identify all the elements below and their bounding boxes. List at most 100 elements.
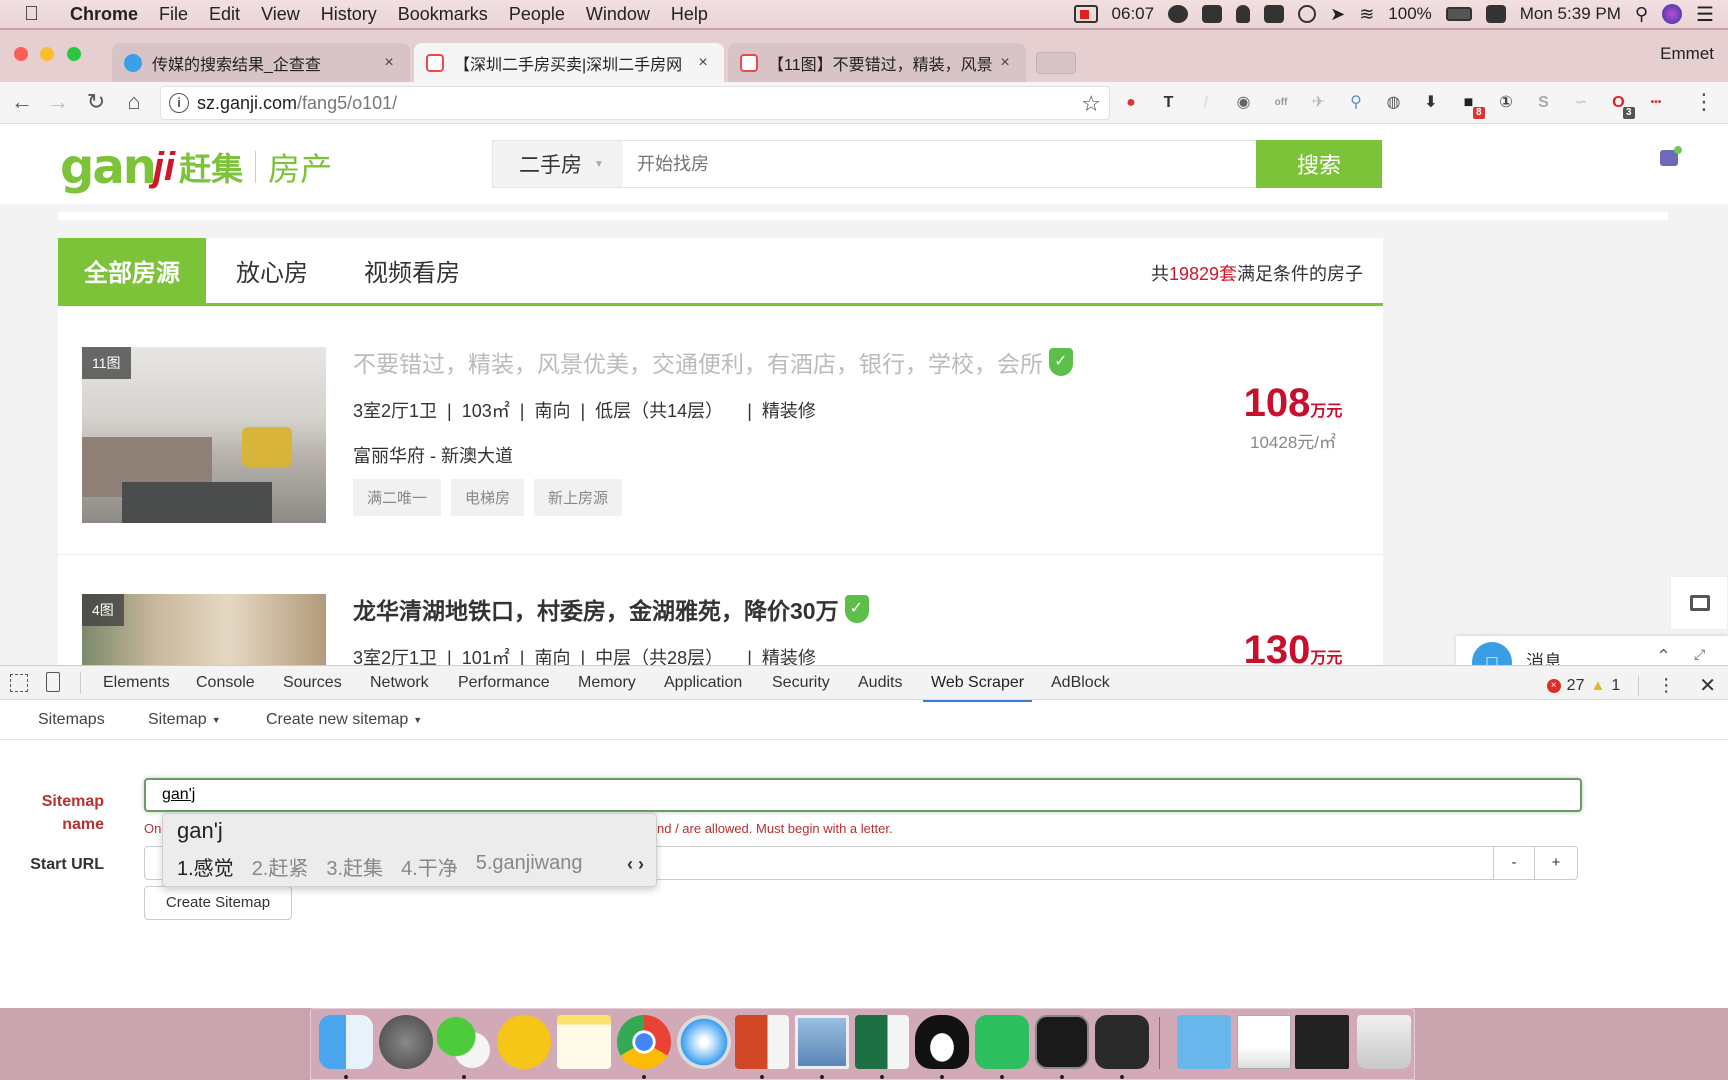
onepassword-extension-icon[interactable]: ① [1495, 92, 1517, 114]
menu-edit[interactable]: Edit [209, 4, 240, 25]
error-count[interactable]: 27 [1567, 677, 1585, 695]
input-method-icon[interactable] [1264, 5, 1285, 23]
add-url-button[interactable]: + [1534, 846, 1578, 880]
ime-candidate[interactable]: 4.干净 [401, 852, 458, 881]
devtools-tab-application[interactable]: Application [664, 674, 742, 692]
profile-name[interactable]: Emmet [1660, 44, 1714, 64]
dock-launchpad-icon[interactable] [379, 1015, 433, 1069]
dock-notes-icon[interactable] [557, 1015, 611, 1069]
address-bar[interactable]: i sz.ganji.com /fang5/o101/ ☆ [160, 86, 1110, 120]
menu-window[interactable]: Window [586, 4, 650, 25]
dock-evernote-icon[interactable] [975, 1015, 1029, 1069]
browser-tab-1[interactable]: 传媒的搜索结果_企查查 × [112, 43, 410, 82]
devtools-tab-elements[interactable]: Elements [103, 674, 170, 692]
search-extension-icon[interactable]: ⚲ [1345, 92, 1367, 114]
close-tab-icon[interactable]: × [694, 54, 712, 72]
paw-icon[interactable]: ➤ [1330, 4, 1345, 25]
browser-tab-3[interactable]: 【11图】不要错过，精装，风景 × [728, 43, 1026, 82]
siri-icon[interactable] [1662, 4, 1683, 24]
new-tab-button[interactable] [1036, 52, 1076, 74]
device-toolbar-icon[interactable] [46, 672, 60, 692]
listing-item[interactable]: 4图 龙华清湖地铁口，村委房，金湖雅苑，降价30万 3室2厅1卫|101㎡|南向… [58, 556, 1383, 665]
spotlight-icon[interactable]: ⚲ [1635, 4, 1648, 25]
error-icon[interactable]: × [1546, 678, 1561, 693]
bookmark-star-icon[interactable]: ☆ [1081, 91, 1101, 117]
devtools-tab-network[interactable]: Network [370, 674, 429, 692]
devtools-menu-icon[interactable]: ⋮ [1657, 675, 1675, 696]
close-devtools-icon[interactable]: ✕ [1699, 673, 1716, 698]
dock-window-preview-1[interactable] [1237, 1015, 1291, 1069]
s-extension-icon[interactable]: S [1533, 92, 1555, 114]
tab-trusted-listings[interactable]: 放心房 [236, 238, 308, 303]
weibo-extension-icon[interactable]: ∽ [1570, 92, 1592, 114]
im-message-panel[interactable]: □ 消息 ⌃ ⤢ [1456, 636, 1728, 665]
create-sitemap-button[interactable]: Create Sitemap [144, 886, 292, 920]
opera-extension-icon[interactable]: O3 [1608, 92, 1635, 119]
type-extension-icon[interactable]: T [1158, 92, 1180, 114]
devtools-tab-adblock[interactable]: AdBlock [1051, 674, 1110, 692]
clock[interactable]: Mon 5:39 PM [1520, 4, 1621, 24]
listing-title-text[interactable]: 龙华清湖地铁口，村委房，金湖雅苑，降价30万 [353, 592, 839, 626]
forward-button[interactable]: → [44, 88, 72, 116]
ime-pager-arrows[interactable]: ‹ › [627, 854, 644, 875]
site-info-icon[interactable]: i [169, 93, 189, 113]
wechat-icon[interactable] [1168, 5, 1189, 23]
menu-help[interactable]: Help [671, 4, 708, 25]
film-extension-icon[interactable]: ◉ [1233, 92, 1255, 114]
apple-menu-icon[interactable]:  [24, 3, 44, 26]
search-category-select[interactable]: 二手房 ▼ [493, 141, 623, 187]
s-app-icon[interactable] [1485, 5, 1506, 23]
toggle-extension-icon[interactable]: ■ 8 [1458, 92, 1485, 119]
ime-candidate[interactable]: 2.赶紧 [252, 852, 309, 881]
warning-icon[interactable]: ▲ [1590, 677, 1605, 694]
ime-candidate[interactable]: 1.感觉 [177, 852, 234, 881]
chrome-menu-button[interactable]: ⋮ [1690, 88, 1718, 116]
dock-window-preview-2[interactable] [1295, 1015, 1349, 1069]
ime-candidate[interactable]: 5.ganjiwang [476, 852, 583, 881]
dock-powerpoint-icon[interactable] [735, 1015, 789, 1069]
floating-chat-button[interactable] [1670, 576, 1728, 630]
listing-item[interactable]: 11图 不要错过，精装，风景优美，交通便利，有酒店，银行，学校，会所 3室2厅1… [58, 309, 1383, 555]
remove-url-button[interactable]: - [1493, 846, 1535, 880]
notification-center-icon[interactable]: ☰ [1696, 2, 1714, 27]
sitemap-dropdown[interactable]: Sitemap ▼ [148, 711, 221, 729]
cookie-extension-icon[interactable]: ◍ [1383, 92, 1405, 114]
listing-title[interactable]: 龙华清湖地铁口，村委房，金湖雅苑，降价30万 [353, 592, 869, 626]
warning-count[interactable]: 1 [1611, 677, 1620, 695]
sitemap-name-input[interactable]: gan'j [144, 778, 1582, 812]
devtools-tab-performance[interactable]: Performance [458, 674, 550, 692]
dock-trash-icon[interactable] [1357, 1015, 1411, 1069]
inspect-element-icon[interactable] [10, 674, 28, 692]
chevron-up-icon[interactable]: ⌃ [1656, 646, 1671, 665]
off-extension-icon[interactable]: off [1270, 92, 1292, 114]
search-button[interactable]: 搜索 [1256, 140, 1382, 188]
dock-safari-icon[interactable] [677, 1015, 731, 1069]
devtools-tab-console[interactable]: Console [196, 674, 255, 692]
battery-icon[interactable] [1445, 7, 1472, 21]
search-input[interactable] [623, 141, 1256, 187]
ganji-logo[interactable]: gan ji 赶集 房产 [60, 139, 332, 195]
dock-downloads-folder-icon[interactable] [1177, 1015, 1231, 1069]
download-extension-icon[interactable]: ⬇ [1420, 92, 1442, 114]
menu-view[interactable]: View [261, 4, 300, 25]
qq-icon[interactable] [1236, 5, 1251, 23]
minimize-window-button[interactable] [40, 47, 54, 61]
devtools-tab-security[interactable]: Security [772, 674, 830, 692]
close-window-button[interactable] [14, 47, 28, 61]
ime-candidate[interactable]: 3.赶集 [326, 852, 383, 881]
reload-button[interactable]: ↻ [82, 88, 110, 116]
home-button[interactable]: ⌂ [120, 88, 148, 116]
devtools-tab-web-scraper[interactable]: Web Scraper [922, 674, 1033, 702]
plane-extension-icon[interactable]: ✈ [1308, 92, 1330, 114]
dock-zoom-icon[interactable] [1095, 1015, 1149, 1069]
dock-qq-icon[interactable] [915, 1015, 969, 1069]
message-notification-icon[interactable] [1660, 146, 1682, 166]
listing-photo[interactable]: 11图 [82, 347, 326, 523]
dock-activity-monitor-icon[interactable] [1035, 1015, 1089, 1069]
create-new-sitemap-dropdown[interactable]: Create new sitemap ▼ [266, 711, 422, 729]
dock-finder-icon[interactable] [319, 1015, 373, 1069]
record-icon[interactable] [1073, 5, 1098, 23]
close-tab-icon[interactable]: × [996, 54, 1014, 72]
devtools-tab-memory[interactable]: Memory [578, 674, 636, 692]
tab-video-listings[interactable]: 视频看房 [364, 238, 460, 303]
